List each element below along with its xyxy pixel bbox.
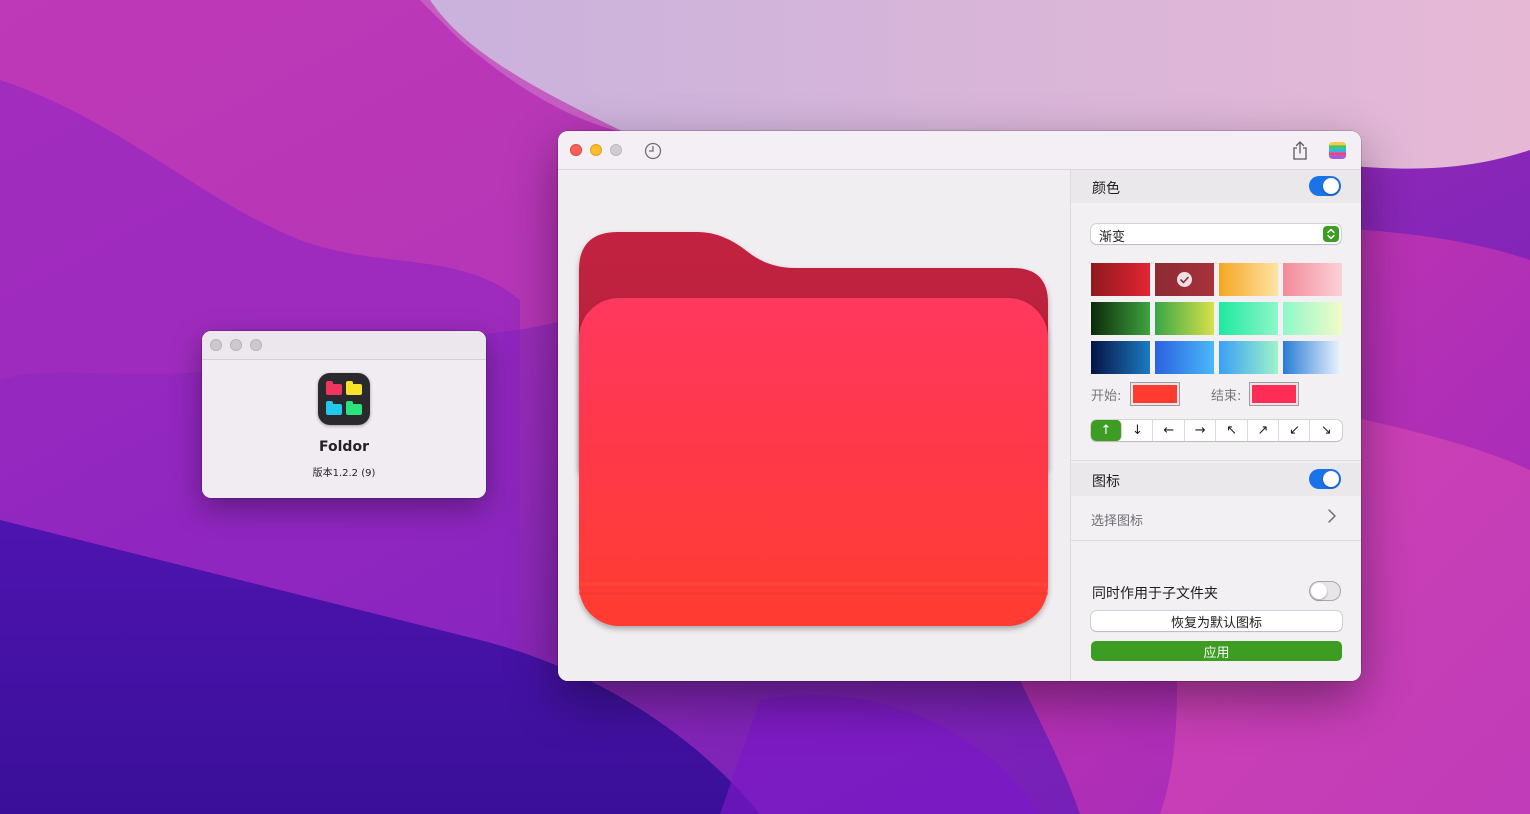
divider [1071, 460, 1361, 461]
gradient-swatch[interactable] [1091, 341, 1150, 374]
close-button[interactable] [570, 144, 582, 156]
app-name: Foldor [319, 439, 369, 455]
clock-icon[interactable] [643, 141, 663, 161]
folder-icon [579, 232, 1048, 626]
color-mode-select[interactable]: 渐变 [1091, 224, 1341, 245]
direction-left-button[interactable]: ← [1154, 420, 1185, 441]
icon-toggle[interactable] [1309, 469, 1341, 489]
about-titlebar [202, 331, 486, 360]
folder-preview [558, 170, 1070, 681]
icon-section-header: 图标 [1071, 463, 1361, 496]
chevron-right-icon[interactable] [1327, 508, 1337, 528]
zoom-button[interactable] [610, 144, 622, 156]
gradient-swatch[interactable] [1219, 263, 1278, 296]
gradient-swatch[interactable] [1283, 263, 1342, 296]
gradient-swatch[interactable] [1283, 302, 1342, 335]
divider [1071, 540, 1361, 541]
restore-default-icon-button[interactable]: 恢复为默认图标 [1091, 611, 1342, 631]
apply-subfolders-toggle[interactable] [1309, 581, 1341, 601]
minimize-button[interactable] [590, 144, 602, 156]
about-zoom-button[interactable] [250, 339, 262, 351]
gradient-swatch[interactable] [1155, 263, 1214, 296]
gradient-swatch[interactable] [1283, 341, 1342, 374]
share-icon[interactable] [1290, 140, 1310, 162]
direction-up-left-button[interactable]: ↖ [1217, 420, 1248, 441]
start-color-label: 开始: [1091, 389, 1122, 404]
icon-section-title: 图标 [1092, 474, 1120, 490]
end-color-label: 结束: [1211, 389, 1242, 404]
about-close-button[interactable] [210, 339, 222, 351]
direction-up-right-button[interactable]: ↗ [1248, 420, 1279, 441]
color-mode-value: 渐变 [1099, 230, 1126, 245]
green-folder-icon [346, 401, 362, 415]
color-section-header: 颜色 [1071, 170, 1361, 203]
end-color-well[interactable] [1249, 382, 1299, 406]
apply-subfolders-label: 同时作用于子文件夹 [1092, 586, 1218, 602]
direction-down-right-button[interactable]: ↘ [1311, 420, 1342, 441]
settings-sidebar: 颜色 渐变 开始: 结束: ↑ ↓ ← → ↖ ↗ ↙ ↘ 图标 选择图标 同时作用于子文件夹 [1070, 170, 1361, 681]
gradient-swatch[interactable] [1155, 302, 1214, 335]
main-window: 颜色 渐变 开始: 结束: ↑ ↓ ← → ↖ ↗ ↙ ↘ 图标 选择图标 同时作用于子文件夹 [558, 131, 1361, 681]
direction-right-button[interactable]: → [1185, 420, 1217, 441]
gradient-swatch[interactable] [1155, 341, 1214, 374]
direction-down-button[interactable]: ↓ [1122, 420, 1154, 441]
main-titlebar [558, 131, 1361, 170]
red-folder-icon [326, 381, 342, 395]
color-toggle[interactable] [1309, 176, 1341, 196]
checkmark-icon [1177, 272, 1192, 287]
gradient-swatch[interactable] [1219, 302, 1278, 335]
app-version: 版本1.2.2 (9) [312, 468, 376, 479]
start-color-fill [1133, 385, 1177, 403]
gradient-swatch[interactable] [1091, 302, 1150, 335]
gradient-direction-control: ↑ ↓ ← → ↖ ↗ ↙ ↘ [1091, 420, 1342, 441]
gradient-swatch[interactable] [1091, 263, 1150, 296]
chevron-updown-icon [1323, 226, 1339, 242]
start-color-well[interactable] [1130, 382, 1180, 406]
yellow-folder-icon [346, 381, 362, 395]
choose-icon-row[interactable]: 选择图标 [1091, 510, 1143, 529]
about-window: Foldor 版本1.2.2 (9) [202, 331, 486, 498]
color-stripes-icon[interactable] [1328, 141, 1347, 160]
direction-up-button[interactable]: ↑ [1091, 420, 1122, 441]
direction-down-left-button[interactable]: ↙ [1279, 420, 1311, 441]
gradient-swatch[interactable] [1219, 341, 1278, 374]
cyan-folder-icon [326, 401, 342, 415]
end-color-fill [1252, 385, 1296, 403]
apply-button[interactable]: 应用 [1091, 641, 1342, 661]
color-section-title: 颜色 [1092, 181, 1120, 197]
about-minimize-button[interactable] [230, 339, 242, 351]
foldor-app-icon [318, 373, 370, 425]
